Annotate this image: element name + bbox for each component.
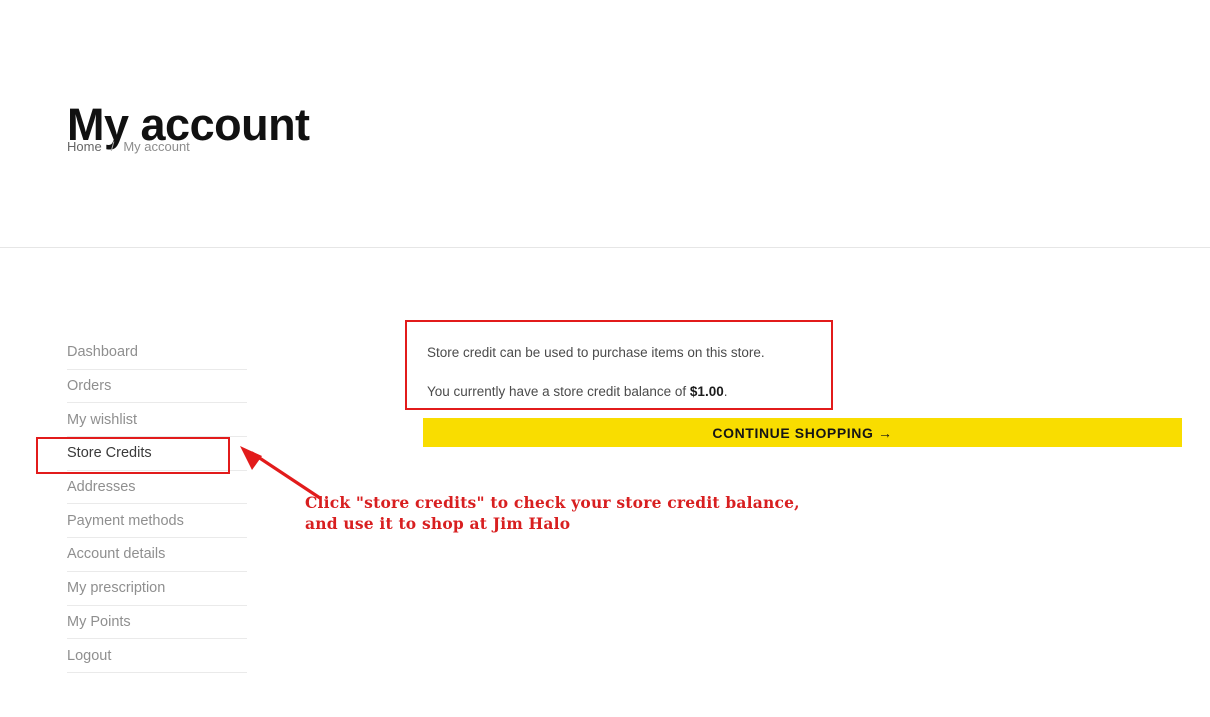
sidebar-item-dashboard[interactable]: Dashboard <box>67 336 247 370</box>
breadcrumb-separator: / <box>110 139 115 154</box>
balance-suffix: . <box>723 384 728 399</box>
sidebar-item-store-credits[interactable]: Store Credits <box>67 437 247 471</box>
sidebar-item-label: My Points <box>67 613 131 630</box>
sidebar-item-label: My prescription <box>67 580 166 597</box>
sidebar-item-my-points[interactable]: My Points <box>67 606 247 640</box>
sidebar-item-logout[interactable]: Logout <box>67 639 247 673</box>
account-body: Dashboard Orders My wishlist Store Credi… <box>0 248 1210 717</box>
sidebar-item-account-details[interactable]: Account details <box>67 538 247 572</box>
sidebar-item-label: Addresses <box>67 479 136 496</box>
sidebar-item-my-prescription[interactable]: My prescription <box>67 572 247 606</box>
sidebar-item-label: Orders <box>67 378 112 395</box>
continue-shopping-button[interactable]: CONTINUE SHOPPING → <box>423 418 1182 447</box>
store-credit-info-box: Store credit can be used to purchase ite… <box>405 320 833 410</box>
store-credit-balance-amount: $1.00 <box>689 384 724 399</box>
balance-prefix: You currently have a store credit balanc… <box>427 384 690 399</box>
breadcrumb-current: My account <box>123 139 190 154</box>
sidebar-item-orders[interactable]: Orders <box>67 370 247 404</box>
sidebar-item-label: Dashboard <box>67 344 138 361</box>
sidebar-item-payment-methods[interactable]: Payment methods <box>67 504 247 539</box>
sidebar-item-label: My wishlist <box>67 411 138 428</box>
sidebar-item-label: Payment methods <box>67 512 184 529</box>
sidebar-item-label: Account details <box>67 546 166 563</box>
breadcrumb-link-home[interactable]: Home <box>67 139 102 154</box>
store-credit-info-text: Store credit can be used to purchase ite… <box>427 345 765 360</box>
sidebar-item-label: Store Credits <box>67 445 152 462</box>
sidebar-item-addresses[interactable]: Addresses <box>67 471 247 505</box>
sidebar-item-my-wishlist[interactable]: My wishlist <box>67 403 247 438</box>
breadcrumb: Home / My account <box>67 138 190 156</box>
account-navigation: Dashboard Orders My wishlist Store Credi… <box>67 336 247 673</box>
sidebar-item-label: Logout <box>67 647 112 664</box>
store-credit-balance-text: You currently have a store credit balanc… <box>427 382 727 401</box>
page-header: My account Home / My account <box>0 0 1210 248</box>
